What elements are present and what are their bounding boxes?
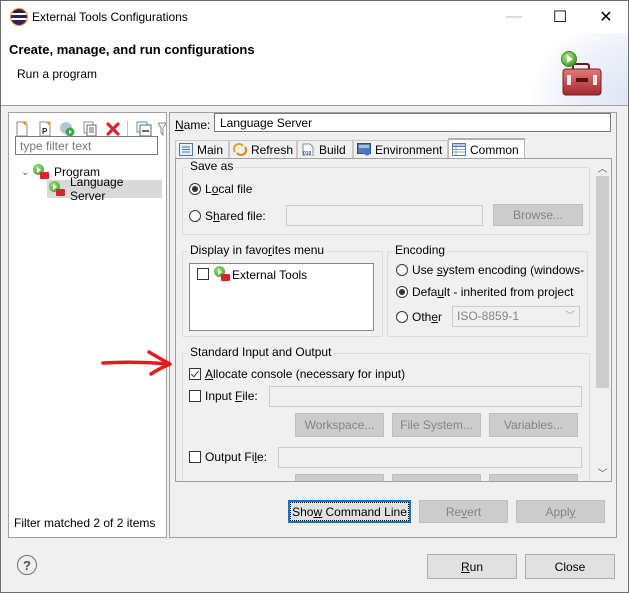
default-encoding-radio[interactable] bbox=[396, 286, 408, 298]
tree-item-label: Language Server bbox=[69, 175, 124, 203]
output-variables-button[interactable]: Variables... bbox=[489, 474, 578, 481]
dialog-header: Create, manage, and run configurations R… bbox=[1, 33, 628, 106]
dialog-window: External Tools Configurations — ☐ ✕ Crea… bbox=[0, 0, 629, 593]
configuration-list-panel: P ⌄ Program Language Server Filter match… bbox=[8, 112, 167, 538]
new-file-icon[interactable] bbox=[14, 121, 30, 137]
build-icon: 010 bbox=[302, 143, 314, 156]
system-encoding-radio[interactable] bbox=[396, 264, 408, 276]
input-file-system-button[interactable]: File System... bbox=[392, 413, 481, 437]
save-as-group: Save as Local file Shared file: Browse..… bbox=[182, 159, 590, 235]
favorites-list[interactable]: External Tools bbox=[189, 263, 374, 331]
chevron-down-icon[interactable]: ⌄ bbox=[21, 167, 31, 178]
output-file-checkbox[interactable] bbox=[189, 451, 201, 463]
delete-icon[interactable] bbox=[105, 121, 121, 137]
close-button[interactable]: Close bbox=[525, 554, 615, 579]
local-file-radio[interactable] bbox=[189, 183, 201, 195]
favorites-group: Display in favorites menu External Tools bbox=[182, 243, 383, 337]
standard-io-group: Standard Input and Output Allocate conso… bbox=[182, 345, 590, 481]
environment-icon bbox=[357, 143, 371, 156]
tree-item-language-server[interactable]: Language Server bbox=[47, 175, 162, 203]
help-icon[interactable]: ? bbox=[17, 555, 37, 575]
minimize-button[interactable]: — bbox=[491, 1, 537, 33]
run-button[interactable]: Run bbox=[427, 554, 517, 579]
svg-text:P: P bbox=[42, 127, 48, 136]
program-launch-icon bbox=[49, 181, 65, 197]
input-workspace-button[interactable]: Workspace... bbox=[295, 413, 384, 437]
favorite-external-tools-checkbox[interactable] bbox=[197, 268, 209, 280]
shared-file-input[interactable] bbox=[286, 205, 483, 226]
common-tab-icon bbox=[452, 143, 466, 156]
input-file-label: Input File: bbox=[205, 389, 258, 403]
header-subtitle: Run a program bbox=[17, 67, 98, 81]
vertical-scrollbar[interactable]: ︿ ﹀ bbox=[594, 159, 611, 481]
group-label: Display in favorites menu bbox=[188, 243, 327, 257]
show-command-line-button[interactable]: Sho w Command Line bbox=[288, 500, 411, 523]
filter-icon[interactable] bbox=[158, 121, 166, 137]
toolbar-separator bbox=[127, 121, 128, 137]
chevron-down-icon: ﹀ bbox=[561, 307, 579, 326]
allocate-console-checkbox[interactable] bbox=[189, 368, 201, 380]
input-file-field[interactable] bbox=[269, 386, 582, 407]
input-variables-button[interactable]: Variables... bbox=[489, 413, 578, 437]
close-window-button[interactable]: ✕ bbox=[583, 1, 629, 33]
group-label: Standard Input and Output bbox=[188, 345, 334, 359]
revert-button[interactable]: Re v ert bbox=[419, 500, 508, 523]
duplicate-icon[interactable] bbox=[82, 121, 98, 137]
output-workspace-button[interactable]: Workspace... bbox=[295, 474, 384, 481]
input-file-checkbox[interactable] bbox=[189, 390, 201, 402]
export-icon[interactable] bbox=[59, 121, 75, 137]
allocate-console-label: Allocate console (necessary for input) bbox=[205, 367, 406, 381]
name-label: Name: bbox=[175, 118, 211, 132]
system-encoding-label: Use system encoding (windows- bbox=[412, 263, 585, 277]
svg-text:010: 010 bbox=[303, 151, 312, 156]
maximize-button[interactable]: ☐ bbox=[537, 1, 583, 33]
common-tab-content: Save as Local file Shared file: Browse..… bbox=[175, 158, 612, 482]
output-file-system-button[interactable]: File System... bbox=[392, 474, 481, 481]
refresh-icon bbox=[233, 143, 247, 156]
favorite-label: External Tools bbox=[232, 268, 308, 282]
other-encoding-label: Other bbox=[412, 310, 443, 324]
tab-build[interactable]: 010 Build bbox=[297, 140, 353, 158]
tab-common[interactable]: Common bbox=[448, 138, 525, 159]
output-file-label: Output File: bbox=[205, 450, 268, 464]
browse-button[interactable]: Browse... bbox=[493, 204, 583, 226]
local-file-label: Local file bbox=[205, 182, 253, 196]
other-encoding-radio[interactable] bbox=[396, 311, 408, 323]
configuration-editor-panel: Name: Main Refresh 010 Build Environment… bbox=[169, 112, 617, 538]
window-title: External Tools Configurations bbox=[32, 10, 188, 24]
shared-file-radio[interactable] bbox=[189, 210, 201, 222]
shared-file-label: Shared file: bbox=[205, 209, 266, 223]
encoding-group: Encoding Use system encoding (windows- D… bbox=[387, 243, 588, 337]
scroll-up-arrow-icon[interactable]: ︿ bbox=[594, 159, 611, 176]
default-encoding-label: Default - inherited from project bbox=[412, 285, 574, 299]
filter-input[interactable] bbox=[15, 136, 158, 155]
tab-main[interactable]: Main bbox=[175, 140, 229, 158]
program-launch-icon bbox=[33, 164, 49, 180]
encoding-select[interactable]: ISO-8859-1 ﹀ bbox=[452, 306, 580, 327]
toolbox-run-icon bbox=[561, 51, 602, 96]
header-title: Create, manage, and run configurations bbox=[9, 42, 255, 57]
name-input[interactable] bbox=[214, 113, 611, 132]
tab-environment[interactable]: Environment bbox=[353, 140, 448, 158]
output-file-field[interactable] bbox=[278, 447, 582, 468]
group-label: Save as bbox=[188, 159, 236, 173]
main-tab-icon bbox=[179, 143, 193, 156]
filter-status: Filter matched 2 of 2 items bbox=[14, 516, 156, 530]
eclipse-logo-icon bbox=[11, 9, 27, 25]
group-label: Encoding bbox=[393, 243, 448, 257]
annotation-arrow-icon bbox=[101, 350, 172, 376]
tab-refresh[interactable]: Refresh bbox=[229, 140, 297, 158]
scrollbar-thumb[interactable] bbox=[596, 176, 609, 388]
apply-button[interactable]: Appl y bbox=[516, 500, 605, 523]
collapse-all-icon[interactable] bbox=[136, 121, 152, 137]
scroll-down-arrow-icon[interactable]: ﹀ bbox=[594, 464, 611, 481]
title-bar: External Tools Configurations — ☐ ✕ bbox=[1, 1, 628, 33]
new-prototype-icon[interactable]: P bbox=[37, 121, 53, 137]
